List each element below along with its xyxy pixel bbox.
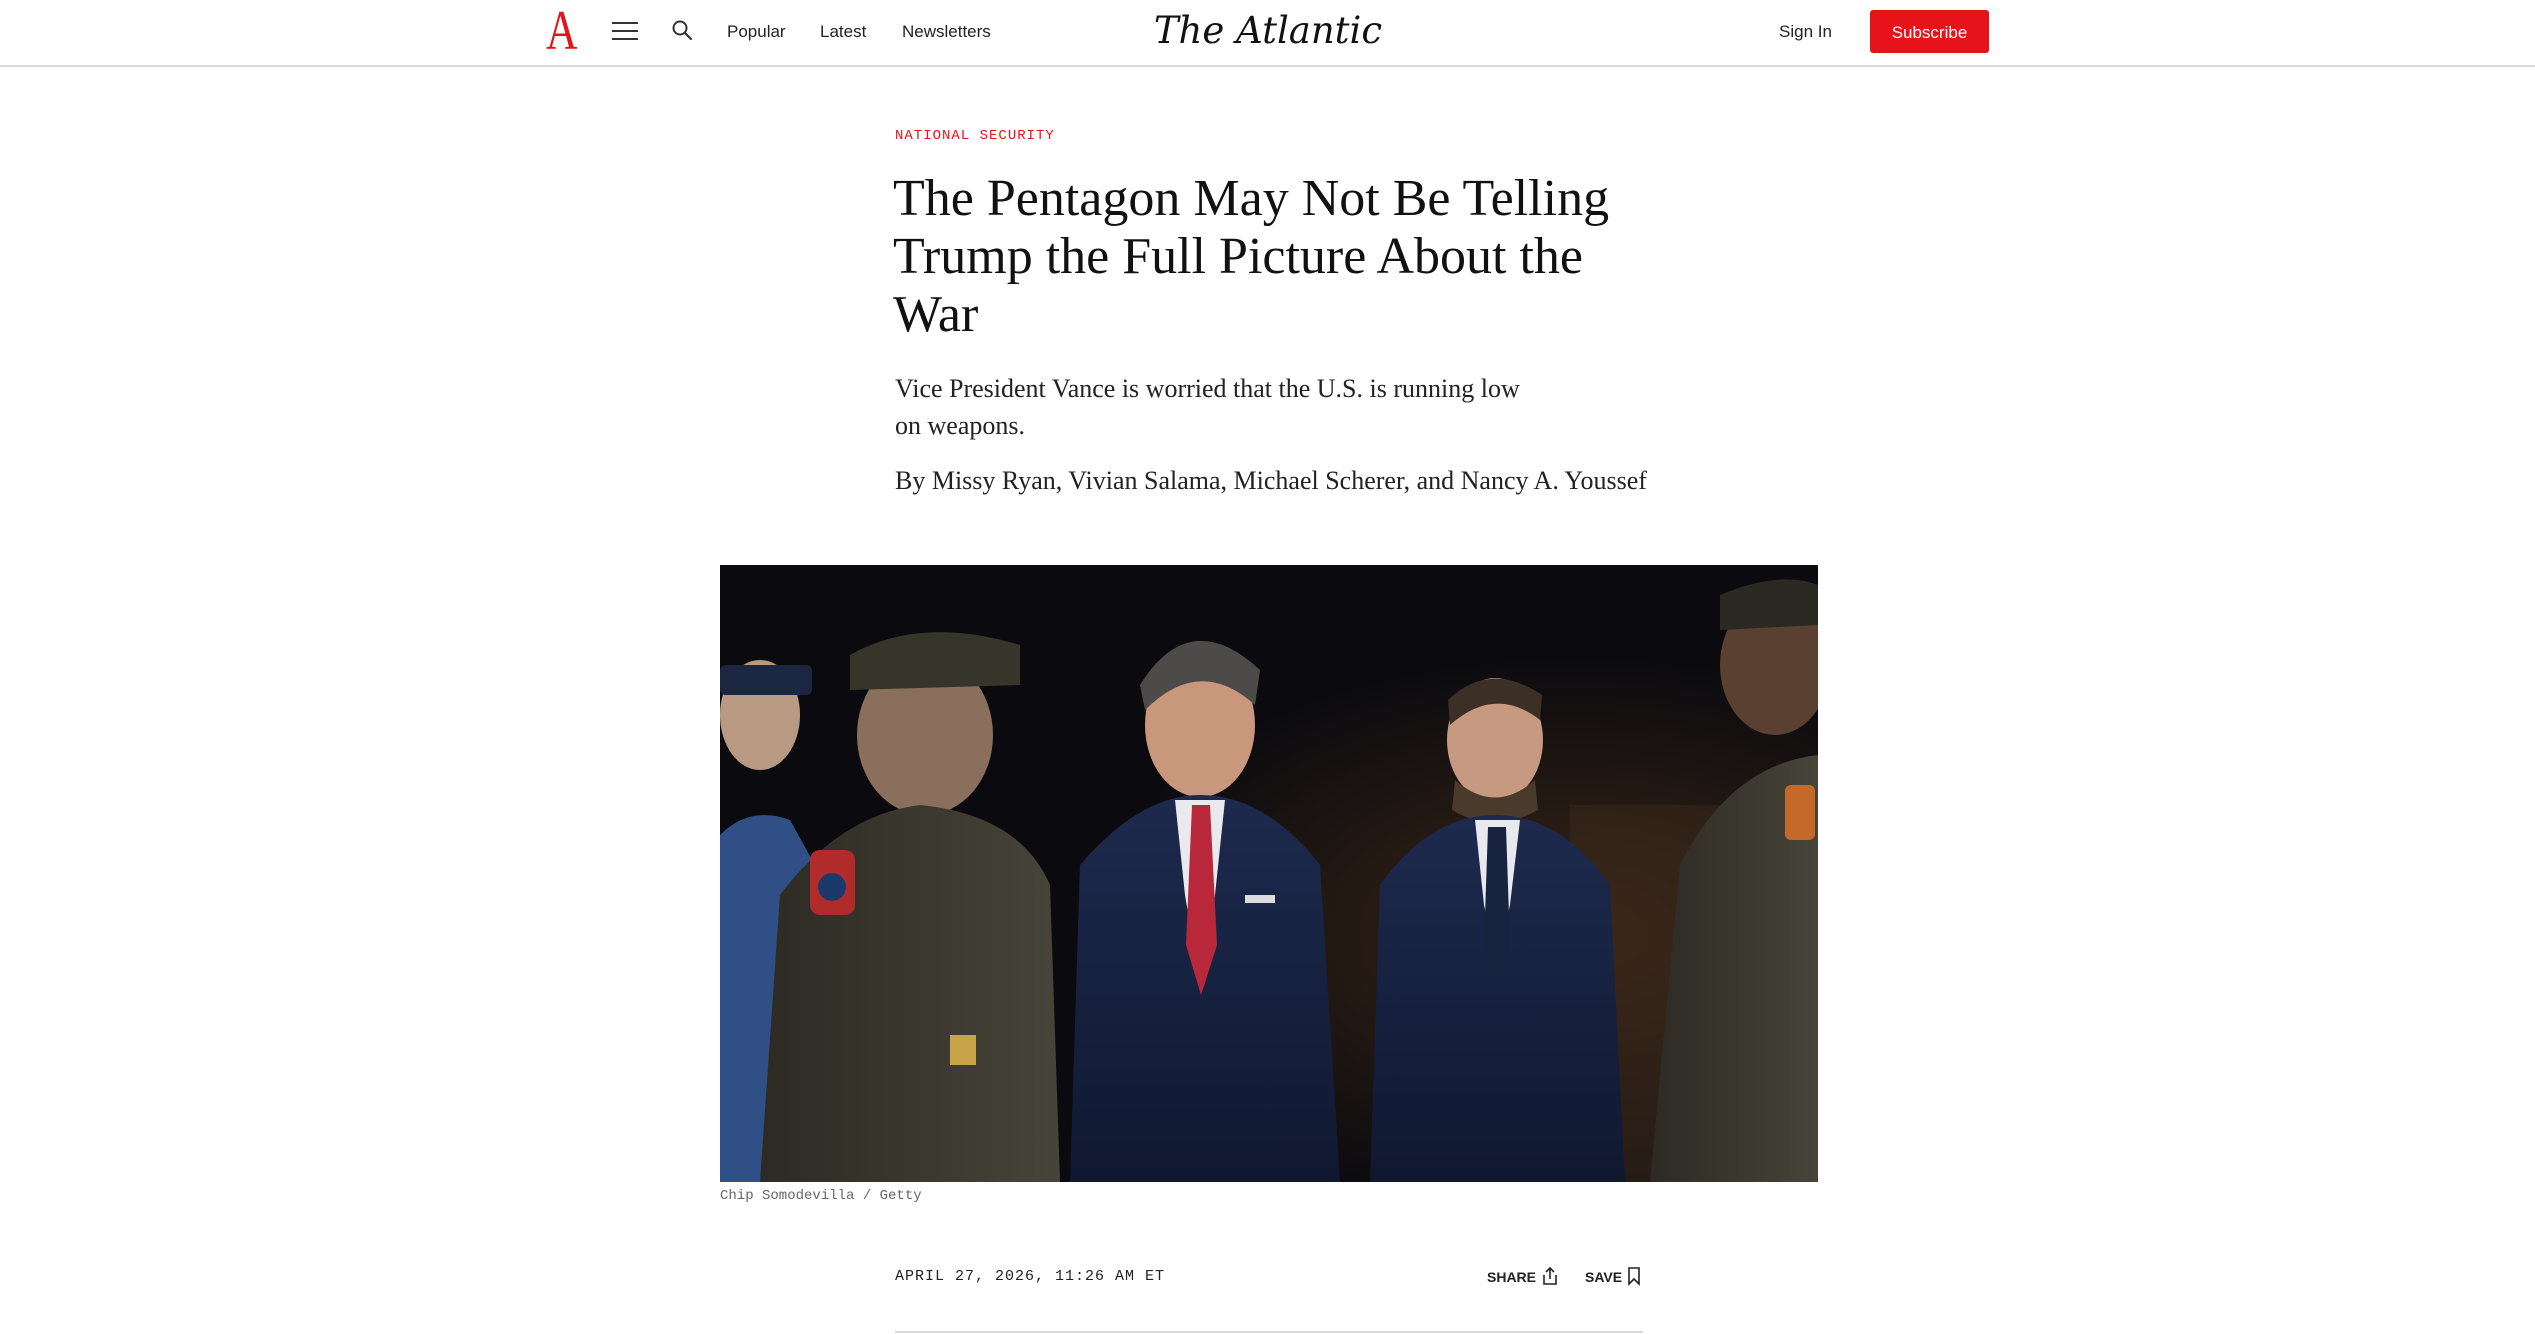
article-headline: The Pentagon May Not Be Telling Trump th… [893, 170, 1610, 343]
author-link[interactable]: Missy Ryan [932, 466, 1056, 495]
section-label[interactable]: NATIONAL SECURITY [895, 128, 1055, 144]
subscribe-button[interactable]: Subscribe [1870, 10, 1989, 53]
hamburger-menu-icon[interactable] [612, 20, 638, 42]
byline-separator: , and [1403, 466, 1461, 495]
nav-latest[interactable]: Latest [820, 20, 866, 44]
search-icon[interactable] [670, 18, 696, 44]
author-link[interactable]: Nancy A. Youssef [1461, 466, 1647, 495]
byline-separator: , [1055, 466, 1069, 495]
save-label: SAVE [1585, 1269, 1623, 1285]
sign-in-link[interactable]: Sign In [1779, 20, 1832, 44]
byline-prefix: By [895, 466, 932, 495]
author-link[interactable]: Vivian Salama [1068, 466, 1220, 495]
nav-newsletters[interactable]: Newsletters [902, 20, 991, 44]
masthead-wordmark[interactable]: The Atlantic [1100, 6, 1436, 56]
atlantic-logo[interactable]: A [546, 3, 578, 59]
lead-photo [720, 565, 1818, 1182]
share-button[interactable]: SHARE [1487, 1264, 1559, 1290]
content-divider [895, 1331, 1643, 1333]
article-dek: Vice President Vance is worried that the… [895, 374, 1520, 440]
bookmark-icon [1628, 1267, 1640, 1286]
photo-credit: Chip Somodevilla / Getty [720, 1188, 922, 1204]
site-header: A Popular Latest Newsletters The Atlanti… [0, 0, 2535, 67]
byline-separator: , [1220, 466, 1234, 495]
share-icon [1543, 1266, 1557, 1285]
byline: By Missy Ryan, Vivian Salama, Michael Sc… [895, 463, 1655, 499]
nav-popular[interactable]: Popular [727, 20, 786, 44]
author-link[interactable]: Michael Scherer [1234, 466, 1404, 495]
share-label: SHARE [1487, 1269, 1537, 1285]
save-button[interactable]: SAVE [1585, 1264, 1641, 1290]
publish-date: APRIL 27, 2026, 11:26 AM ET [895, 1268, 1166, 1285]
